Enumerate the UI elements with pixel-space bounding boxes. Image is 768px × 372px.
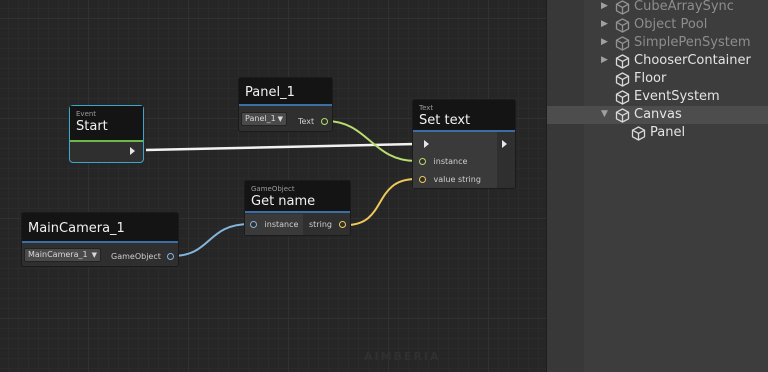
hierarchy-item[interactable]: ▶ SimplePenSystem xyxy=(547,34,768,52)
gameobject-cube-icon xyxy=(615,0,630,15)
start-node-title: Start xyxy=(76,119,108,134)
hierarchy-item-label: ChooserContainer xyxy=(634,53,751,68)
panel-node[interactable]: Panel_1 Panel_1 ▼ Text xyxy=(238,77,333,132)
panel-text-port[interactable]: Text xyxy=(298,116,328,128)
start-node[interactable]: Event Start xyxy=(69,105,144,163)
gameobject-instance-wire xyxy=(171,223,251,257)
gameobject-cube-icon xyxy=(615,72,630,87)
set-text-flow-in-port[interactable] xyxy=(424,140,429,148)
panel-text-port-label: Text xyxy=(298,117,315,126)
string-value-wire xyxy=(345,178,417,226)
hierarchy-item-label: Panel xyxy=(650,125,686,140)
main-camera-node[interactable]: MainCamera_1 MainCamera_1 ▼ GameObject xyxy=(21,212,179,267)
get-name-string-label: string xyxy=(309,220,332,229)
main-camera-object-dropdown[interactable]: MainCamera_1 ▼ xyxy=(24,248,101,262)
get-name-string-dot[interactable] xyxy=(338,221,346,228)
hierarchy-item[interactable]: Panel xyxy=(547,124,768,142)
chevron-down-icon: ▼ xyxy=(277,115,283,123)
main-camera-dropdown-value: MainCamera_1 xyxy=(28,250,88,259)
hierarchy-item-label: EventSystem xyxy=(634,89,720,104)
set-text-value-port[interactable]: value string xyxy=(419,174,481,186)
get-name-node-title: Get name xyxy=(251,194,316,209)
set-text-node[interactable]: Text Set text instance value string xyxy=(412,99,516,189)
panel-node-title: Panel_1 xyxy=(245,85,295,100)
expand-arrow-right-icon[interactable]: ▶ xyxy=(601,19,608,29)
set-text-value-dot[interactable] xyxy=(419,176,426,183)
set-text-instance-label: instance xyxy=(433,157,468,166)
hierarchy-item[interactable]: ▶ CubeArraySync xyxy=(547,0,768,16)
expand-arrow-right-icon[interactable]: ▶ xyxy=(601,55,608,65)
expand-arrow-right-icon[interactable]: ▶ xyxy=(601,1,608,11)
get-name-node-category: GameObject xyxy=(251,185,295,193)
main-camera-gameobject-dot[interactable] xyxy=(167,253,175,260)
set-text-flow-out-port[interactable] xyxy=(502,140,507,148)
gameobject-cube-icon xyxy=(615,90,630,105)
gameobject-cube-icon xyxy=(615,36,630,51)
get-name-instance-label: instance xyxy=(264,220,299,229)
gameobject-cube-icon xyxy=(615,108,630,123)
get-name-node[interactable]: GameObject Get name instance string xyxy=(244,180,351,236)
chevron-down-icon: ▼ xyxy=(91,251,97,259)
hierarchy-item[interactable]: EventSystem xyxy=(547,88,768,106)
set-text-instance-port[interactable]: instance xyxy=(419,156,467,168)
hierarchy-item-label: Canvas xyxy=(634,107,682,122)
gameobject-cube-icon xyxy=(615,54,630,69)
get-name-instance-port[interactable]: instance xyxy=(250,219,298,231)
hierarchy-item-label: SimplePenSystem xyxy=(634,35,751,50)
expand-arrow-right-icon[interactable]: ▶ xyxy=(601,37,608,47)
gameobject-cube-icon xyxy=(615,18,630,33)
hierarchy-item-label: Floor xyxy=(634,71,667,86)
main-camera-gameobject-port[interactable]: GameObject xyxy=(111,251,175,263)
hierarchy-item[interactable]: Floor xyxy=(547,70,768,88)
hierarchy-panel[interactable]: ▶ CubeArraySync ▶ Object Pool ▶ SimplePenSyst… xyxy=(546,0,768,372)
gameobject-cube-icon xyxy=(631,126,646,141)
set-text-node-category: Text xyxy=(419,104,434,112)
set-text-instance-dot[interactable] xyxy=(419,158,426,165)
start-node-category: Event xyxy=(76,110,97,118)
hierarchy-item-label: CubeArraySync xyxy=(634,0,734,14)
expand-arrow-down-icon[interactable]: ▼ xyxy=(601,109,608,119)
panel-text-port-dot[interactable] xyxy=(320,118,328,125)
hierarchy-item[interactable]: ▶ ChooserContainer xyxy=(547,52,768,70)
main-camera-node-title: MainCamera_1 xyxy=(28,221,125,236)
panel-dropdown-value: Panel_1 xyxy=(245,114,276,123)
hierarchy-item[interactable]: ▼ Canvas xyxy=(547,106,768,124)
text-instance-wire xyxy=(325,120,417,162)
hierarchy-item[interactable]: ▶ Object Pool xyxy=(547,16,768,34)
set-text-value-label: value string xyxy=(433,175,481,184)
get-name-string-port[interactable]: string xyxy=(309,219,346,231)
set-text-node-title: Set text xyxy=(419,113,471,128)
main-camera-gameobject-label: GameObject xyxy=(111,252,161,261)
get-name-instance-dot[interactable] xyxy=(250,221,257,228)
start-flow-out-port[interactable] xyxy=(130,147,135,155)
hierarchy-item-label: Object Pool xyxy=(634,17,708,32)
graph-canvas[interactable]: AIMBERIA Event Start Panel_1 Panel_1 ▼ T… xyxy=(0,0,546,372)
panel-object-dropdown[interactable]: Panel_1 ▼ xyxy=(241,112,287,126)
